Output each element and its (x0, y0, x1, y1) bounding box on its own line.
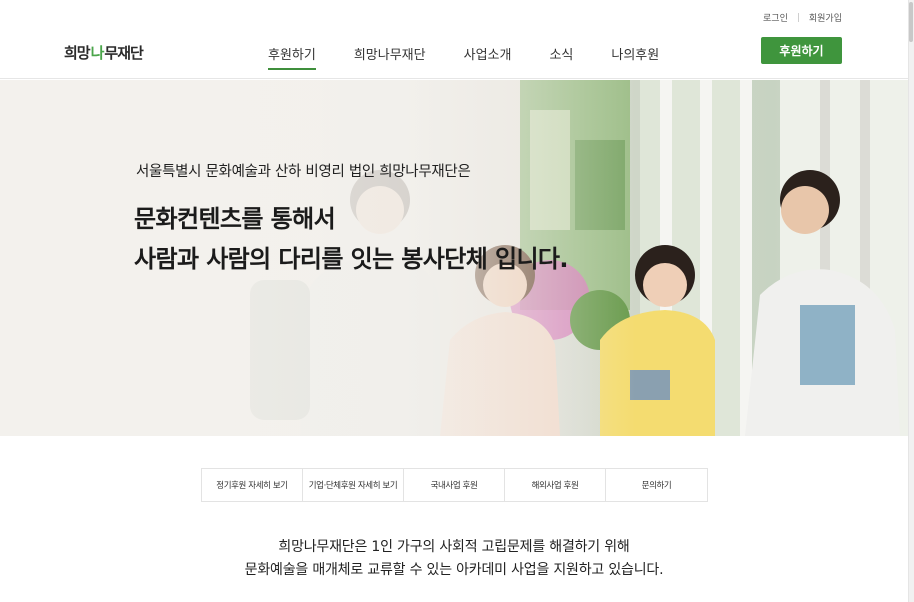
quick-link-corporate-donation[interactable]: 기업·단체후원 자세히 보기 (303, 469, 404, 501)
quick-link-regular-donation[interactable]: 정기후원 자세히 보기 (202, 469, 303, 501)
nav-item-news[interactable]: 소식 (549, 44, 573, 67)
main-nav: 후원하기 희망나무재단 사업소개 소식 나의후원 (268, 44, 697, 70)
scrollbar[interactable] (908, 0, 914, 602)
intro-line-2: 문화예술을 매개체로 교류할 수 있는 아카데미 사업을 지원하고 있습니다. (244, 562, 664, 578)
hero-title: 문화컨텐츠를 통해서 사람과 사람의 다리를 잇는 봉사단체 입니다. (134, 199, 569, 279)
nav-item-foundation[interactable]: 희망나무재단 (354, 44, 426, 67)
logo-text-2: 나 (90, 44, 105, 62)
signup-link[interactable]: 회원가입 (809, 11, 842, 24)
hero-banner: 서울특별시 문화예술과 산하 비영리 법인 희망나무재단은 문화컨텐츠를 통해서… (0, 80, 908, 436)
login-link[interactable]: 로그인 (763, 11, 788, 24)
intro-line-1: 희망나무재단은 1인 가구의 사회적 고립문제를 해결하기 위해 (278, 539, 630, 555)
site-logo[interactable]: 희망 나 무재단 (64, 42, 144, 63)
donate-button[interactable]: 후원하기 (761, 37, 842, 64)
quick-link-inquiry[interactable]: 문의하기 (606, 469, 707, 501)
nav-item-my-donation[interactable]: 나의후원 (611, 44, 659, 67)
utility-links: 로그인 회원가입 (763, 11, 842, 24)
hero-title-line-1: 문화컨텐츠를 통해서 (134, 205, 336, 233)
util-divider (797, 13, 799, 22)
nav-item-donate[interactable]: 후원하기 (268, 44, 316, 70)
intro-text: 희망나무재단은 1인 가구의 사회적 고립문제를 해결하기 위해 문화예술을 매… (0, 536, 908, 582)
hero-title-line-2: 사람과 사람의 다리를 잇는 봉사단체 입니다. (134, 245, 569, 273)
quick-links-bar: 정기후원 자세히 보기 기업·단체후원 자세히 보기 국내사업 후원 해외사업 … (201, 468, 708, 502)
hero-subtitle: 서울특별시 문화예술과 산하 비영리 법인 희망나무재단은 (136, 164, 471, 180)
quick-link-domestic-projects[interactable]: 국내사업 후원 (404, 469, 505, 501)
nav-item-projects[interactable]: 사업소개 (464, 44, 512, 67)
logo-text-3: 무재단 (104, 44, 143, 62)
scrollbar-thumb[interactable] (909, 2, 913, 42)
logo-text-1: 희망 (64, 44, 91, 62)
quick-link-overseas-projects[interactable]: 해외사업 후원 (505, 469, 606, 501)
